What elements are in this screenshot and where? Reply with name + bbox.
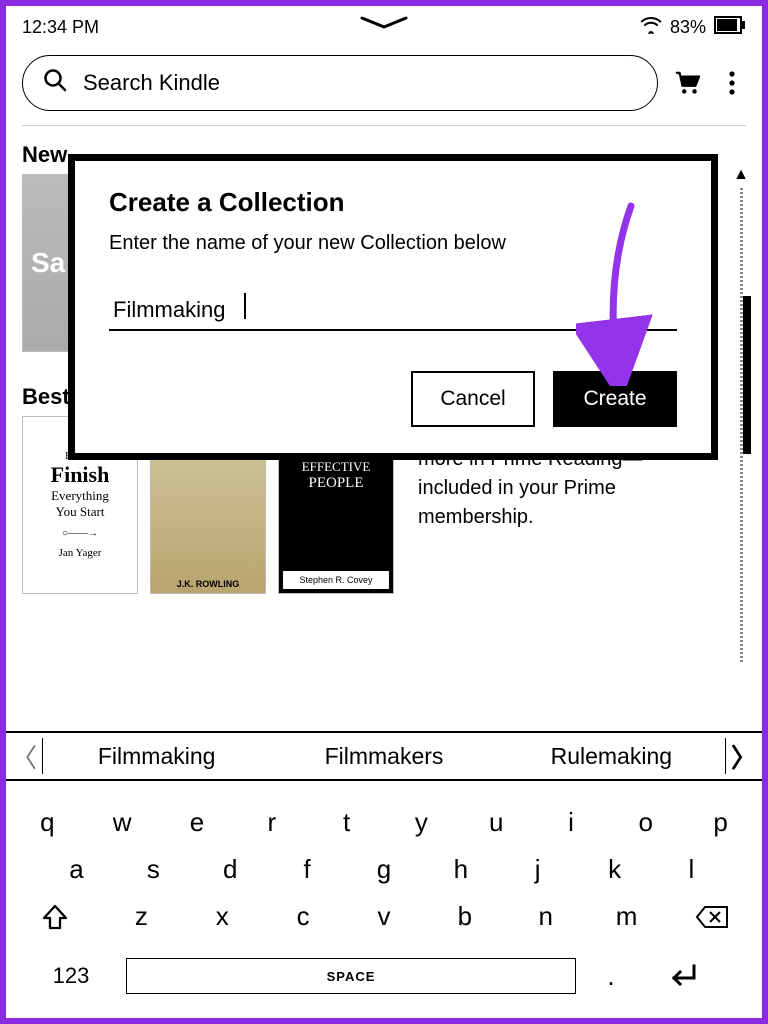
- create-button[interactable]: Create: [553, 371, 677, 427]
- key-row-1: q w e r t y u i o p: [10, 807, 758, 838]
- numeric-toggle-key[interactable]: 123: [36, 963, 106, 989]
- dialog-title: Create a Collection: [109, 187, 677, 218]
- key-h[interactable]: h: [431, 854, 491, 885]
- key-n[interactable]: n: [516, 901, 576, 932]
- suggestion-item[interactable]: Filmmaking: [43, 743, 270, 770]
- key-l[interactable]: l: [661, 854, 721, 885]
- suggestion-item[interactable]: Filmmakers: [270, 743, 497, 770]
- key-v[interactable]: v: [354, 901, 414, 932]
- kebab-menu-icon[interactable]: [718, 69, 746, 97]
- key-m[interactable]: m: [597, 901, 657, 932]
- key-g[interactable]: g: [354, 854, 414, 885]
- key-s[interactable]: s: [123, 854, 183, 885]
- divider: [22, 125, 746, 126]
- key-f[interactable]: f: [277, 854, 337, 885]
- battery-percent: 83%: [670, 17, 706, 38]
- key-y[interactable]: y: [391, 807, 451, 838]
- text-cursor: [244, 293, 246, 319]
- pull-down-indicator[interactable]: [360, 16, 408, 29]
- spacebar-key[interactable]: SPACE: [126, 958, 576, 994]
- key-row-4: 123 SPACE .: [10, 948, 758, 1004]
- key-k[interactable]: k: [585, 854, 645, 885]
- key-q[interactable]: q: [17, 807, 77, 838]
- key-b[interactable]: b: [435, 901, 495, 932]
- key-o[interactable]: o: [616, 807, 676, 838]
- key-e[interactable]: e: [167, 807, 227, 838]
- key-z[interactable]: z: [111, 901, 171, 932]
- key-i[interactable]: i: [541, 807, 601, 838]
- cart-icon[interactable]: [674, 69, 702, 97]
- suggestion-bar: 〈 Filmmaking Filmmakers Rulemaking 〉: [6, 733, 762, 781]
- wifi-icon: [640, 16, 662, 39]
- key-row-3: z x c v b n m: [10, 901, 758, 932]
- enter-key[interactable]: [646, 963, 716, 989]
- key-a[interactable]: a: [46, 854, 106, 885]
- scroll-up-icon[interactable]: ▲: [733, 166, 749, 184]
- scroll-thumb[interactable]: [743, 296, 751, 454]
- key-p[interactable]: p: [691, 807, 751, 838]
- battery-icon: [714, 16, 746, 39]
- suggestions-next-icon[interactable]: 〉: [726, 738, 762, 775]
- key-d[interactable]: d: [200, 854, 260, 885]
- dialog-subtitle: Enter the name of your new Collection be…: [109, 232, 677, 255]
- shift-key[interactable]: [20, 903, 90, 931]
- cancel-button[interactable]: Cancel: [411, 371, 535, 427]
- search-placeholder: Search Kindle: [83, 70, 220, 96]
- collection-name-input[interactable]: [109, 291, 677, 331]
- create-collection-dialog: Create a Collection Enter the name of yo…: [68, 154, 718, 460]
- key-x[interactable]: x: [192, 901, 252, 932]
- backspace-key[interactable]: [677, 905, 747, 929]
- key-c[interactable]: c: [273, 901, 333, 932]
- clock: 12:34 PM: [22, 17, 99, 38]
- key-w[interactable]: w: [92, 807, 152, 838]
- key-j[interactable]: j: [508, 854, 568, 885]
- search-input[interactable]: Search Kindle: [22, 55, 658, 111]
- search-icon: [43, 68, 67, 98]
- key-u[interactable]: u: [466, 807, 526, 838]
- key-r[interactable]: r: [242, 807, 302, 838]
- key-row-2: a s d f g h j k l: [10, 854, 758, 885]
- suggestion-item[interactable]: Rulemaking: [498, 743, 725, 770]
- key-t[interactable]: t: [317, 807, 377, 838]
- suggestions-prev-icon[interactable]: 〈: [6, 738, 42, 775]
- onscreen-keyboard: 〈 Filmmaking Filmmakers Rulemaking 〉 q w…: [6, 731, 762, 1018]
- period-key[interactable]: .: [596, 961, 626, 992]
